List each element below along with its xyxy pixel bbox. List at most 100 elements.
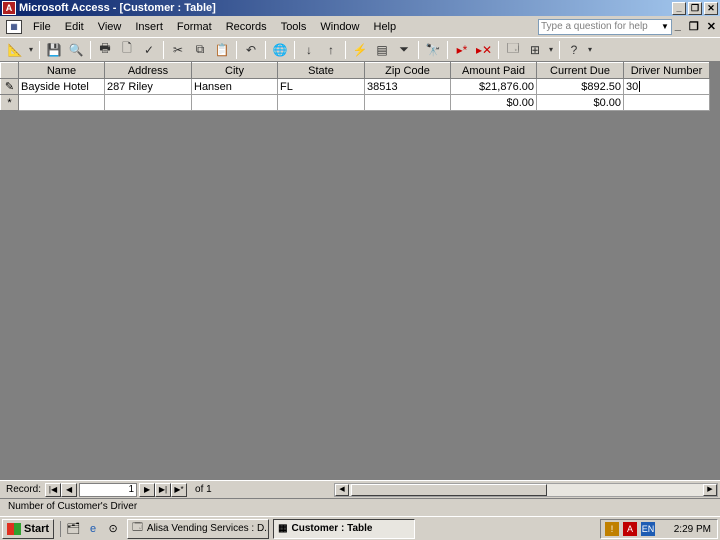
column-header[interactable]: Name [18, 62, 105, 79]
doc-close-icon[interactable]: ✕ [707, 20, 716, 33]
database-window-icon[interactable]: 🗔 [502, 40, 524, 60]
table-cell[interactable]: Hansen [191, 78, 278, 95]
cell-value: $0.00 [593, 96, 621, 109]
next-record-button[interactable]: ▶ [139, 482, 156, 497]
horizontal-scrollbar[interactable]: ◀ ▶ [334, 483, 718, 497]
column-header[interactable]: City [191, 62, 278, 79]
menu-help[interactable]: Help [367, 21, 404, 33]
column-header[interactable]: Current Due [536, 62, 624, 79]
menu-file[interactable]: File [26, 21, 58, 33]
column-header[interactable]: Driver Number [623, 62, 710, 79]
table-cell[interactable] [191, 94, 278, 111]
language-indicator[interactable]: EN [641, 522, 655, 536]
notification-icon[interactable]: ! [605, 522, 619, 536]
table-cell[interactable] [18, 94, 105, 111]
first-record-button[interactable]: |◀ [45, 482, 62, 497]
cut-icon[interactable]: ✂ [167, 40, 189, 60]
new-object-icon[interactable]: ⊞ [524, 40, 546, 60]
table-cell[interactable] [623, 94, 710, 111]
select-all-corner[interactable] [0, 62, 19, 79]
close-button[interactable]: ✕ [704, 1, 718, 15]
scroll-right-icon[interactable]: ▶ [703, 484, 717, 496]
column-header[interactable]: Zip Code [364, 62, 451, 79]
cell-value: $21,876.00 [478, 80, 534, 93]
print-preview-icon[interactable]: 🗋 [116, 40, 138, 60]
help-icon[interactable]: ? [563, 40, 585, 60]
toolbar-separator [345, 40, 346, 59]
doc-restore-icon[interactable]: ❐ [689, 20, 699, 33]
apply-filter-icon[interactable]: ⏷ [393, 40, 415, 60]
toolbar-options-icon[interactable]: ▾ [585, 40, 595, 60]
scroll-left-icon[interactable]: ◀ [335, 484, 349, 496]
desktop-icon[interactable]: 🗂 [65, 521, 81, 537]
new-object-dropdown-icon[interactable]: ▾ [546, 40, 556, 60]
hyperlink-icon[interactable]: 🌐 [269, 40, 291, 60]
menu-tools[interactable]: Tools [274, 21, 314, 33]
copy-icon[interactable]: ⧉ [189, 40, 211, 60]
scroll-thumb[interactable] [351, 484, 547, 496]
record-number-field[interactable]: 1 [79, 482, 138, 497]
start-button[interactable]: Start [2, 518, 55, 539]
table-doc-icon[interactable]: ▦ [6, 19, 22, 34]
table-cell[interactable] [104, 94, 192, 111]
table-cell[interactable]: 30 [623, 78, 710, 95]
table-cell[interactable]: $21,876.00 [450, 78, 537, 95]
menu-view[interactable]: View [91, 21, 129, 33]
table-cell[interactable]: $0.00 [536, 94, 624, 111]
toolbar-separator [294, 40, 295, 59]
table-cell[interactable] [364, 94, 451, 111]
new-record-indicator[interactable]: * [0, 94, 19, 111]
table-icon: ▦ [278, 523, 288, 534]
spelling-icon[interactable]: ✓ [138, 40, 160, 60]
task-customer-table[interactable]: ▦ Customer : Table [273, 518, 416, 539]
menu-window[interactable]: Window [313, 21, 366, 33]
table-cell[interactable]: $892.50 [536, 78, 624, 95]
filter-by-form-icon[interactable]: ▤ [371, 40, 393, 60]
minimize-button[interactable]: _ [672, 1, 686, 15]
ati-icon[interactable]: A [623, 522, 637, 536]
paste-icon[interactable]: 📋 [211, 40, 233, 60]
table-cell[interactable]: $0.00 [450, 94, 537, 111]
previous-record-button[interactable]: ◀ [61, 482, 78, 497]
view-icon[interactable]: 📐 [4, 40, 26, 60]
delete-record-icon[interactable]: ▸✕ [473, 40, 495, 60]
menu-records[interactable]: Records [219, 21, 274, 33]
doc-minimize-icon[interactable]: _ [675, 20, 681, 33]
task-database-window[interactable]: 🗔 Alisa Vending Services : D... [127, 518, 270, 539]
print-icon[interactable]: 🖶 [94, 40, 116, 60]
table-cell[interactable] [277, 94, 365, 111]
find-icon[interactable]: 🔭 [422, 40, 444, 60]
new-record-nav-button[interactable]: ▶* [171, 482, 188, 497]
cell-value: 38513 [367, 80, 398, 93]
last-record-button[interactable]: ▶| [155, 482, 172, 497]
column-header[interactable]: Address [104, 62, 192, 79]
menu-edit[interactable]: Edit [58, 21, 91, 33]
view-dropdown-icon[interactable]: ▾ [26, 40, 36, 60]
ask-question-input[interactable]: Type a question for help ▼ [538, 19, 672, 35]
chevron-down-icon[interactable]: ▼ [659, 20, 671, 34]
table-cell[interactable]: 287 Riley [104, 78, 192, 95]
table-cell[interactable]: 38513 [364, 78, 451, 95]
column-header[interactable]: State [277, 62, 365, 79]
windows-logo-icon [7, 522, 21, 535]
outlook-icon[interactable]: ⊙ [105, 521, 121, 537]
document-controls: _ ❐ ✕ [675, 20, 716, 33]
sort-descending-icon[interactable]: ↑ [320, 40, 342, 60]
menu-format[interactable]: Format [170, 21, 219, 33]
sort-ascending-icon[interactable]: ↓ [298, 40, 320, 60]
toolbar-separator [447, 40, 448, 59]
undo-icon[interactable]: ↶ [240, 40, 262, 60]
internet-explorer-icon[interactable]: e [85, 521, 101, 537]
new-record-icon[interactable]: ▸* [451, 40, 473, 60]
filter-by-selection-icon[interactable]: ⚡ [349, 40, 371, 60]
toolbar-separator [90, 40, 91, 59]
restore-button[interactable]: ❐ [688, 1, 702, 15]
column-header[interactable]: Amount Paid [450, 62, 537, 79]
datasheet-table: Name Address City State Zip Code Amount Paid C… [0, 62, 710, 111]
table-cell[interactable]: Bayside Hotel [18, 78, 105, 95]
save-icon[interactable]: 💾 [43, 40, 65, 60]
search-file-icon[interactable]: 🔍 [65, 40, 87, 60]
record-editing-indicator[interactable]: ✎ [0, 78, 19, 95]
table-cell[interactable]: FL [277, 78, 365, 95]
menu-insert[interactable]: Insert [128, 21, 170, 33]
